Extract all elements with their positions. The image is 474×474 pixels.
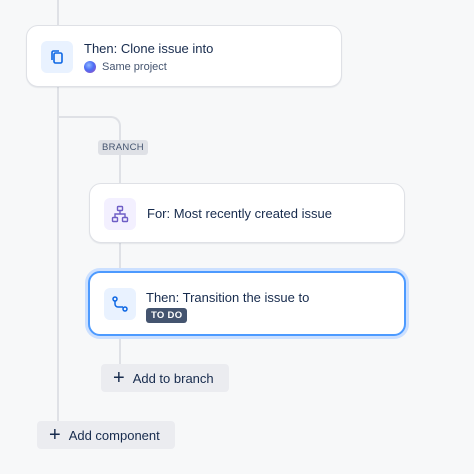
clone-icon-box — [41, 41, 73, 73]
branch-connector-line-2 — [119, 242, 121, 272]
add-component-label: Add component — [68, 427, 160, 443]
project-avatar — [84, 61, 96, 73]
for-card-title: For: Most recently created issue — [147, 206, 332, 221]
branch-connector-line-3 — [119, 335, 121, 365]
connector-line-top — [57, 0, 59, 26]
plus-icon: + — [113, 367, 125, 389]
add-to-branch-label: Add to branch — [132, 370, 214, 386]
clone-issue-card[interactable]: Then: Clone issue into Same project — [26, 25, 342, 87]
add-to-branch-button[interactable]: + Add to branch — [101, 364, 229, 392]
project-name: Same project — [102, 61, 167, 73]
hierarchy-icon — [111, 205, 129, 223]
transition-icon-box — [104, 288, 136, 320]
copy-icon — [51, 50, 63, 64]
clone-card-title: Then: Clone issue into — [84, 41, 214, 56]
clone-card-subtitle: Same project — [84, 61, 167, 73]
transition-issue-card[interactable]: Then: Transition the issue to TO DO — [88, 271, 406, 336]
branch-label: BRANCH — [98, 140, 148, 155]
plus-icon: + — [49, 424, 61, 446]
transition-icon — [112, 296, 128, 312]
for-branch-card[interactable]: For: Most recently created issue — [89, 183, 405, 243]
status-lozenge: TO DO — [146, 308, 188, 323]
for-icon-box — [104, 198, 136, 230]
add-component-button[interactable]: + Add component — [37, 421, 175, 449]
transition-card-title: Then: Transition the issue to — [146, 290, 310, 305]
